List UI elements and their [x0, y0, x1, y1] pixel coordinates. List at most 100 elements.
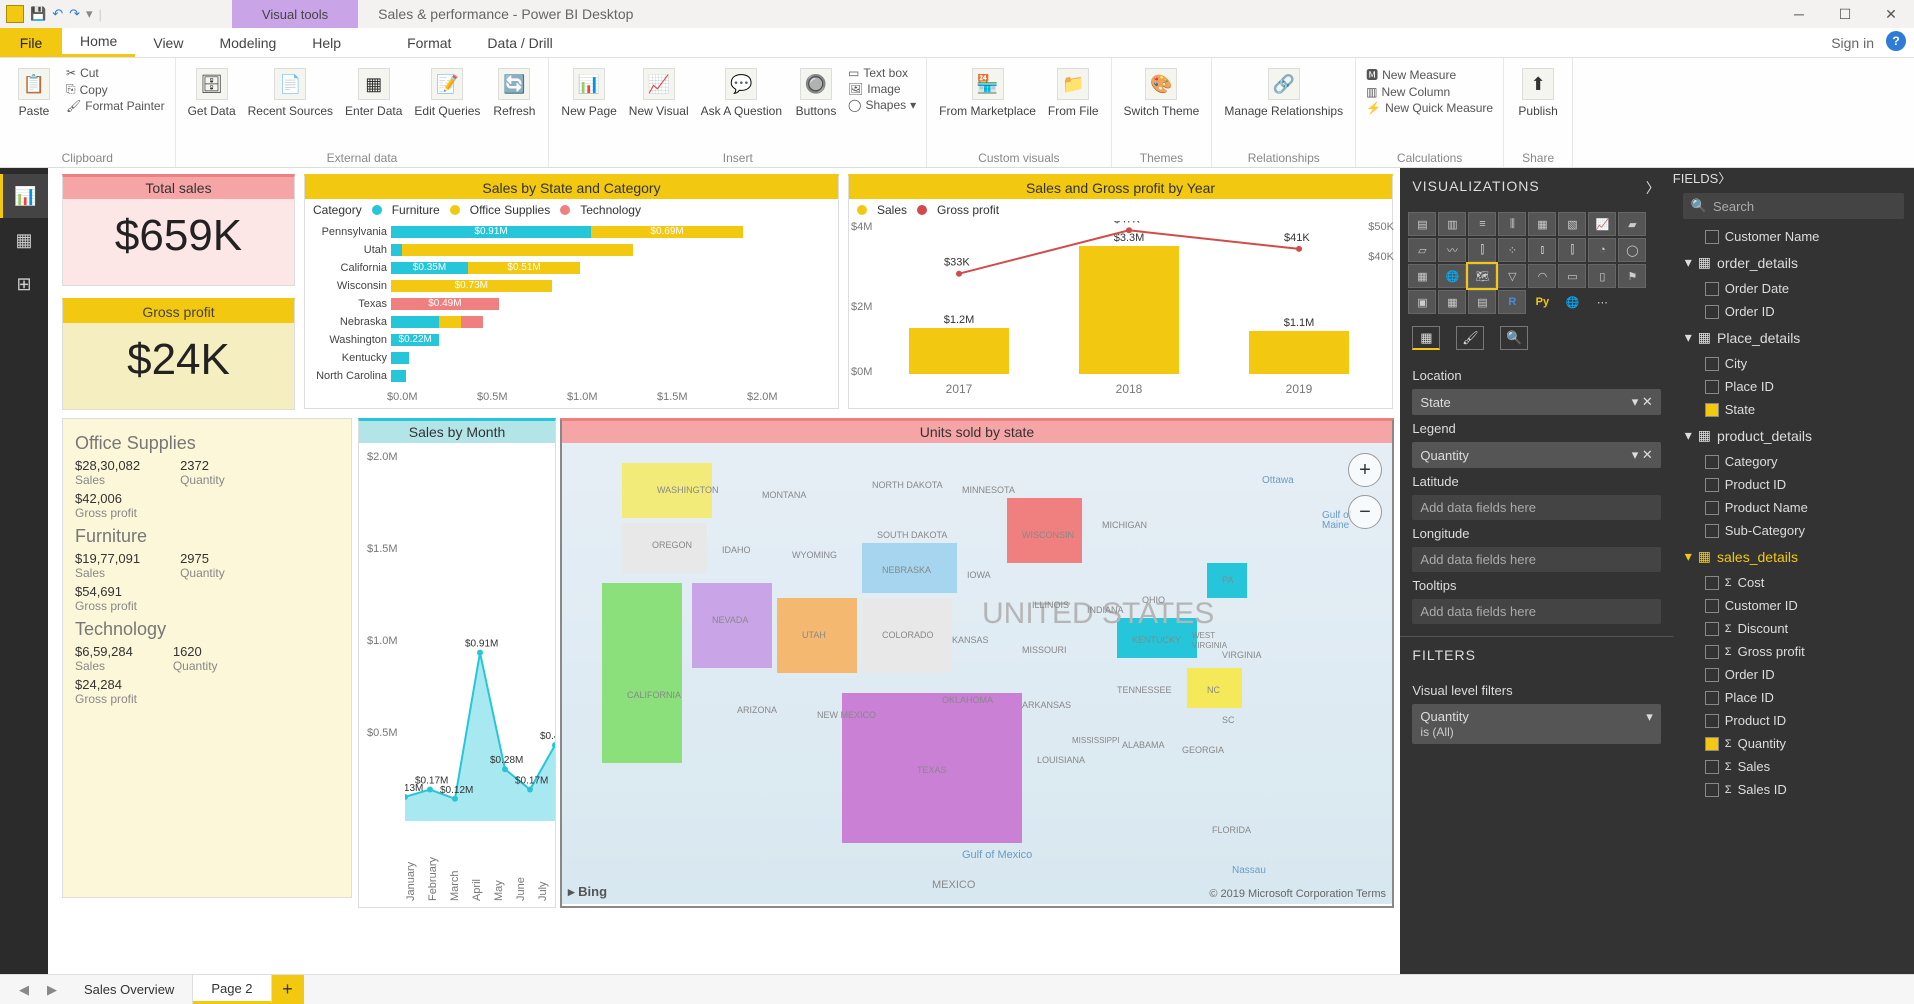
ask-question-button[interactable]: 💬Ask A Question: [699, 66, 784, 120]
table-row[interactable]: ▾▦order_details: [1677, 248, 1910, 277]
viz-filled-map[interactable]: 🗺: [1468, 264, 1496, 288]
maximize-button[interactable]: ☐: [1822, 0, 1868, 28]
field-row[interactable]: Sub-Category: [1677, 519, 1910, 542]
table-row[interactable]: ▾▦Place_details: [1677, 323, 1910, 352]
field-row[interactable]: ΣQuantity: [1677, 732, 1910, 755]
manage-relationships-button[interactable]: 🔗Manage Relationships: [1222, 66, 1345, 120]
page-tab[interactable]: Sales Overview: [66, 975, 193, 1004]
analytics-tab[interactable]: 🔍: [1500, 326, 1528, 350]
viz-slicer[interactable]: ▣: [1408, 290, 1436, 314]
file-menu[interactable]: File: [0, 28, 62, 57]
viz-100-bar[interactable]: ▦: [1528, 212, 1556, 236]
close-button[interactable]: ✕: [1868, 0, 1914, 28]
well-latitude[interactable]: Add data fields here: [1412, 495, 1660, 520]
report-canvas[interactable]: Total sales $659K Gross profit $24K Sale…: [48, 168, 1400, 974]
from-marketplace-button[interactable]: 🏪From Marketplace: [937, 66, 1038, 120]
textbox-button[interactable]: ▭ Text box: [848, 66, 916, 80]
zoom-in-button[interactable]: +: [1348, 453, 1382, 487]
viz-combo2[interactable]: ⫿: [1558, 238, 1586, 262]
viz-treemap[interactable]: ▦: [1408, 264, 1436, 288]
copy-button[interactable]: ⎘ Copy: [66, 82, 165, 97]
page-prev[interactable]: ◀: [10, 975, 38, 1004]
well-tooltips[interactable]: Add data fields here: [1412, 599, 1660, 624]
help-icon[interactable]: ?: [1886, 31, 1906, 51]
new-page-button[interactable]: 📊New Page: [559, 66, 618, 120]
filter-quantity[interactable]: Quantity▾ is (All): [1412, 704, 1660, 744]
viz-pie[interactable]: ◔: [1588, 238, 1616, 262]
card-total-sales[interactable]: Total sales $659K: [62, 174, 295, 286]
tab-home[interactable]: Home: [62, 28, 135, 57]
viz-waterfall[interactable]: ⫿: [1468, 238, 1496, 262]
field-row[interactable]: State: [1677, 398, 1910, 421]
field-row[interactable]: ΣSales ID: [1677, 778, 1910, 801]
field-row[interactable]: ΣGross profit: [1677, 640, 1910, 663]
new-measure-button[interactable]: 🅼 New Measure: [1366, 66, 1493, 83]
viz-stacked-column[interactable]: ▥: [1438, 212, 1466, 236]
add-page-button[interactable]: +: [272, 975, 304, 1004]
card-gross-profit[interactable]: Gross profit $24K: [62, 298, 295, 410]
new-column-button[interactable]: ▥ New Column: [1366, 85, 1493, 99]
viz-gauge[interactable]: ◠: [1528, 264, 1556, 288]
viz-card[interactable]: ▭: [1558, 264, 1586, 288]
map-units-by-state[interactable]: Units sold by state UNITED STATES: [560, 418, 1394, 908]
enter-data-button[interactable]: ▦Enter Data: [343, 66, 404, 120]
tab-help[interactable]: Help: [294, 28, 359, 57]
field-row[interactable]: Place ID: [1677, 375, 1910, 398]
tab-view[interactable]: View: [135, 28, 201, 57]
viz-clustered-column[interactable]: ⫼: [1498, 212, 1526, 236]
well-legend[interactable]: Quantity▾ ✕: [1412, 442, 1660, 468]
viz-ribbon[interactable]: 〰: [1438, 238, 1466, 262]
publish-button[interactable]: ⬆Publish: [1514, 66, 1562, 120]
zoom-out-button[interactable]: −: [1348, 495, 1382, 529]
tab-format[interactable]: Format: [389, 28, 469, 57]
paste-button[interactable]: 📋Paste: [10, 66, 58, 120]
save-icon[interactable]: 💾: [30, 6, 46, 22]
field-row[interactable]: Order ID: [1677, 300, 1910, 323]
field-row[interactable]: ΣDiscount: [1677, 617, 1910, 640]
table-row[interactable]: ▾▦sales_details: [1677, 542, 1910, 571]
viz-combo1[interactable]: ⫾: [1528, 238, 1556, 262]
viz-r[interactable]: R: [1498, 290, 1526, 314]
field-row[interactable]: Order ID: [1677, 663, 1910, 686]
redo-icon[interactable]: ↷: [69, 6, 80, 22]
viz-stacked-area[interactable]: ▱: [1408, 238, 1436, 262]
field-row[interactable]: City: [1677, 352, 1910, 375]
new-quick-measure-button[interactable]: ⚡ New Quick Measure: [1366, 101, 1493, 115]
collapse-icon[interactable]: 〉: [1646, 178, 1661, 198]
tab-data-drill[interactable]: Data / Drill: [469, 28, 570, 57]
field-row[interactable]: Customer Name: [1677, 225, 1910, 248]
viz-kpi[interactable]: ⚑: [1618, 264, 1646, 288]
viz-multi-card[interactable]: ▯: [1588, 264, 1616, 288]
image-button[interactable]: 🖼 Image: [848, 82, 916, 96]
viz-python[interactable]: Py: [1528, 290, 1556, 314]
format-tab[interactable]: 🖌: [1456, 326, 1484, 350]
switch-theme-button[interactable]: 🎨Switch Theme: [1122, 66, 1202, 120]
field-row[interactable]: Place ID: [1677, 686, 1910, 709]
sign-in-link[interactable]: Sign in: [1831, 28, 1874, 58]
fields-tab[interactable]: ▦: [1412, 326, 1440, 350]
minimize-button[interactable]: ─: [1776, 0, 1822, 28]
cut-button[interactable]: ✂ Cut: [66, 66, 165, 80]
viz-area[interactable]: ▰: [1618, 212, 1646, 236]
refresh-button[interactable]: 🔄Refresh: [490, 66, 538, 120]
model-view-button[interactable]: ⊞: [0, 262, 48, 306]
page-next[interactable]: ▶: [38, 975, 66, 1004]
recent-sources-button[interactable]: 📄Recent Sources: [246, 66, 335, 120]
data-view-button[interactable]: ▦: [0, 218, 48, 262]
field-row[interactable]: ΣSales: [1677, 755, 1910, 778]
fields-search[interactable]: 🔍 Search: [1683, 193, 1904, 219]
viz-line[interactable]: 📈: [1588, 212, 1616, 236]
viz-stacked-bar[interactable]: ▤: [1408, 212, 1436, 236]
well-longitude[interactable]: Add data fields here: [1412, 547, 1660, 572]
edit-queries-button[interactable]: 📝Edit Queries: [412, 66, 482, 120]
undo-icon[interactable]: ↶: [52, 6, 63, 22]
well-location[interactable]: State▾ ✕: [1412, 389, 1660, 415]
table-row[interactable]: ▾▦product_details: [1677, 421, 1910, 450]
buttons-button[interactable]: 🔘Buttons: [792, 66, 840, 120]
viz-more[interactable]: ⋯: [1588, 290, 1616, 314]
qat-dropdown-icon[interactable]: ▾: [86, 6, 93, 22]
viz-donut[interactable]: ◯: [1618, 238, 1646, 262]
viz-arcgis[interactable]: 🌐: [1558, 290, 1586, 314]
viz-matrix[interactable]: ▤: [1468, 290, 1496, 314]
tab-modeling[interactable]: Modeling: [201, 28, 294, 57]
